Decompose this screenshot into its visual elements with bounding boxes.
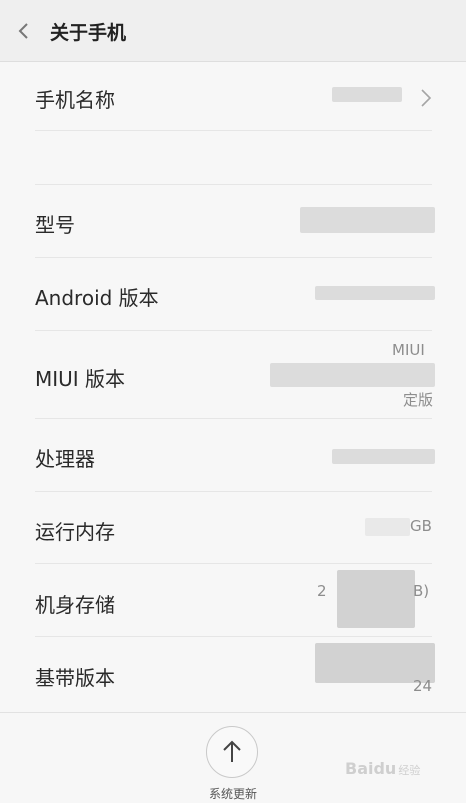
list-item-ram: 运行内存 GB bbox=[35, 492, 432, 564]
system-update-button[interactable] bbox=[206, 726, 258, 778]
title-bar: 关于手机 bbox=[0, 0, 466, 62]
list-item-label: MIUI 版本 bbox=[35, 367, 126, 391]
redacted-value bbox=[300, 207, 435, 233]
page-title: 关于手机 bbox=[50, 22, 127, 44]
chevron-right-icon bbox=[421, 89, 432, 107]
value-bottom: 定版 bbox=[403, 391, 434, 409]
list-item-android-version: Android 版本 bbox=[35, 258, 435, 331]
storage-value-left: 2 bbox=[317, 582, 327, 600]
redacted-value bbox=[337, 570, 415, 628]
watermark-text: Baidu bbox=[345, 759, 397, 778]
redacted-value bbox=[332, 87, 402, 102]
redacted-value bbox=[365, 518, 410, 536]
watermark-sub: 经验 bbox=[398, 764, 421, 777]
list-item-phone-name[interactable]: 手机名称 bbox=[35, 62, 432, 131]
arrow-up-icon bbox=[223, 740, 241, 762]
footer-divider bbox=[0, 712, 466, 713]
list-item-model: 型号 bbox=[35, 185, 435, 258]
baseband-value: 24 bbox=[413, 677, 433, 695]
list-item-label: 运行内存 bbox=[35, 520, 115, 544]
list-item-storage: 机身存储 2 B) bbox=[35, 564, 432, 637]
list-item-processor: 处理器 bbox=[35, 419, 435, 492]
list-item-label: Android 版本 bbox=[35, 286, 159, 310]
list-item-baseband: 基带版本 24 bbox=[35, 637, 435, 712]
list-item-blank bbox=[35, 131, 432, 185]
list-item-miui-version: MIUI 版本 MIUI 定版 bbox=[35, 331, 435, 419]
list-item-label: 型号 bbox=[35, 213, 75, 237]
list-item-label: 处理器 bbox=[35, 447, 95, 471]
redacted-value bbox=[315, 286, 435, 300]
value-top: MIUI bbox=[392, 341, 425, 359]
ram-value: GB bbox=[410, 517, 432, 535]
redacted-value bbox=[270, 363, 435, 387]
list-item-label: 基带版本 bbox=[35, 666, 115, 690]
list-item-label: 机身存储 bbox=[35, 593, 115, 617]
redacted-value bbox=[332, 449, 435, 464]
storage-value-right: B) bbox=[413, 582, 430, 600]
chevron-left-icon[interactable] bbox=[12, 19, 36, 43]
list-item-label: 手机名称 bbox=[35, 88, 115, 112]
watermark: Baidu 经验 bbox=[345, 759, 420, 778]
system-update-label: 系统更新 bbox=[208, 787, 257, 801]
